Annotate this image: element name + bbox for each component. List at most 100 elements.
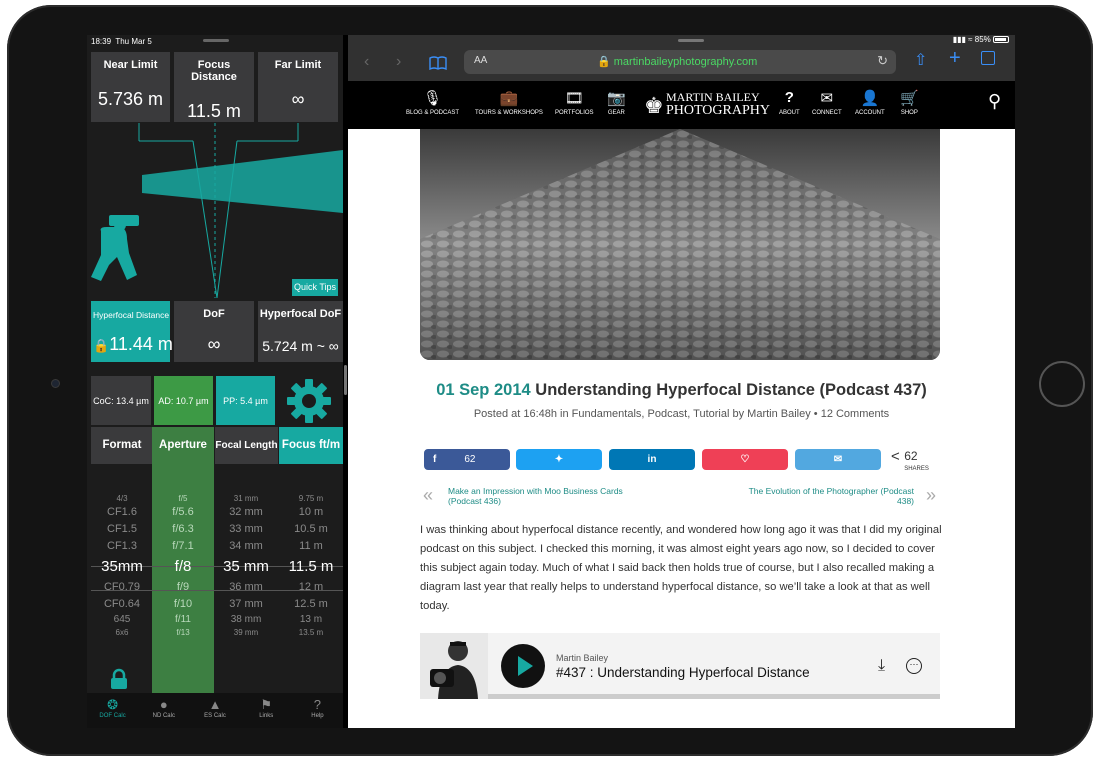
bookmarks-icon[interactable] — [429, 56, 447, 70]
shares-label: SHARES — [904, 466, 929, 472]
nav-shop[interactable]: 🛒 SHOP — [900, 89, 919, 116]
search-icon[interactable]: ⚲ — [988, 91, 1001, 112]
lock-picker-icon[interactable] — [108, 668, 130, 690]
wheel-item[interactable]: 12.5 m — [279, 596, 343, 613]
wheel-item[interactable]: f/6.3 — [152, 521, 214, 538]
nav-about[interactable]: ? ABOUT — [779, 89, 800, 116]
wheel-item[interactable]: 36 mm — [215, 579, 277, 596]
settings-gear-icon[interactable] — [286, 378, 332, 424]
nav-portfolios[interactable]: 🎞 PORTFOLIOS — [555, 89, 594, 116]
wheel-item[interactable]: 6x6 — [91, 627, 153, 638]
wheel-item[interactable]: 11 m — [279, 538, 343, 555]
hyperfocal-distance-cell[interactable]: Hyperfocal Distance 🔒11.44 m — [91, 301, 173, 362]
nav-blog-podcast[interactable]: 🎙 BLOG & PODCAST — [406, 89, 459, 116]
wheel-item[interactable]: 34 mm — [215, 538, 277, 555]
wheel-item[interactable]: CF1.6 — [91, 504, 153, 521]
prev-post-link[interactable]: Make an Impression with Moo Business Car… — [448, 486, 628, 506]
coc-button[interactable]: CoC: 13.4 µm — [91, 376, 151, 425]
wheel-item[interactable]: f/13 — [152, 627, 214, 638]
linkedin-share-button[interactable]: in — [609, 449, 695, 470]
next-post-link[interactable]: The Evolution of the Photographer (Podca… — [738, 486, 914, 506]
focus-picker-header[interactable]: Focus ft/m — [279, 427, 343, 464]
nav-account[interactable]: 👤 ACCOUNT — [855, 89, 885, 116]
aperture-wheel[interactable]: f/5 f/5.6 f/6.3 f/7.1 f/8 f/9 f/10 f/11 … — [152, 493, 214, 638]
wheel-item[interactable]: 32 mm — [215, 504, 277, 521]
format-picker-header[interactable]: Format — [91, 427, 153, 464]
quick-tips-button[interactable]: Quick Tips — [292, 279, 338, 296]
dof-cell: DoF ∞ — [174, 301, 254, 362]
focus-distance-wheel[interactable]: 9.75 m 10 m 10.5 m 11 m 11.5 m 12 m 12.5… — [279, 493, 343, 638]
wheel-item[interactable]: CF1.3 — [91, 538, 153, 555]
wheel-item[interactable]: f/11 — [152, 613, 214, 627]
share-icon[interactable]: ⇧ — [914, 50, 927, 70]
wheel-item[interactable]: CF0.64 — [91, 596, 153, 613]
back-icon[interactable]: ‹ — [364, 53, 369, 71]
forward-icon[interactable]: › — [396, 53, 401, 71]
twitter-share-button[interactable]: ✦ — [516, 449, 602, 470]
wheel-item[interactable]: 37 mm — [215, 596, 277, 613]
download-icon[interactable]: ⤓ — [878, 657, 885, 675]
email-share-button[interactable]: ✉ — [795, 449, 881, 470]
nav-tours-workshops[interactable]: 💼 TOURS & WORKSHOPS — [475, 89, 543, 116]
filter-icon: ● — [159, 697, 168, 712]
wheel-item[interactable]: 31 mm — [215, 493, 277, 504]
tab-label: ND Calc — [152, 713, 175, 719]
wheel-item[interactable]: 4/3 — [91, 493, 153, 504]
nav-gear[interactable]: 📷 GEAR — [607, 89, 626, 116]
tab-label: DOF Calc — [99, 713, 126, 719]
tab-dof-calc[interactable]: ❂ DOF Calc — [87, 693, 138, 728]
more-options-icon[interactable]: ⋯ — [906, 658, 922, 674]
focal-length-wheel[interactable]: 31 mm 32 mm 33 mm 34 mm 35 mm 36 mm 37 m… — [215, 493, 277, 638]
playback-progress-bar[interactable] — [488, 694, 940, 699]
wheel-item[interactable]: 645 — [91, 613, 153, 627]
secure-lock-icon: 🔒 — [597, 56, 611, 68]
aperture-picker-header[interactable]: Aperture — [152, 427, 214, 464]
wheel-item[interactable]: f/5.6 — [152, 504, 214, 521]
wheel-item[interactable]: 10.5 m — [279, 521, 343, 538]
wheel-item[interactable]: CF0.79 — [91, 579, 153, 596]
new-tab-icon[interactable]: + — [949, 47, 961, 70]
wheel-item[interactable]: 12 m — [279, 579, 343, 596]
pocket-share-button[interactable]: ♡ — [702, 449, 788, 470]
multitask-handle-right[interactable] — [678, 39, 704, 42]
pp-button[interactable]: PP: 5.4 µm — [216, 376, 275, 425]
next-post-icon[interactable]: » — [926, 485, 936, 506]
wheel-item[interactable]: CF1.5 — [91, 521, 153, 538]
ad-button[interactable]: AD: 10.7 µm — [154, 376, 213, 425]
wheel-item[interactable]: 9.75 m — [279, 493, 343, 504]
site-logo[interactable]: ♚ MARTIN BAILEY PHOTOGRAPHY — [644, 91, 770, 119]
wheel-item[interactable]: 10 m — [279, 504, 343, 521]
wheel-item[interactable]: f/5 — [152, 493, 214, 504]
tab-help[interactable]: ? Help — [292, 693, 343, 728]
reload-icon[interactable]: ↻ — [877, 53, 888, 69]
logo-line-2: PHOTOGRAPHY — [666, 103, 770, 118]
focal-length-picker-header[interactable]: Focal Length — [215, 427, 278, 464]
wheel-item[interactable]: f/9 — [152, 579, 214, 596]
wheel-item[interactable]: f/10 — [152, 596, 214, 613]
wheel-item-selected[interactable]: f/8 — [152, 555, 214, 579]
tabs-overview-icon[interactable] — [981, 51, 995, 65]
address-bar[interactable]: AA 🔒 martinbaileyphotography.com ↻ — [464, 50, 896, 74]
multitask-handle[interactable] — [203, 39, 229, 42]
wheel-item-selected[interactable]: 11.5 m — [279, 555, 343, 579]
tab-links[interactable]: ⚑ Links — [241, 693, 292, 728]
reader-text-size-button[interactable]: AA — [474, 55, 487, 66]
nav-connect[interactable]: ✉ CONNECT — [812, 89, 842, 116]
format-wheel[interactable]: 4/3 CF1.6 CF1.5 CF1.3 35mm CF0.79 CF0.64… — [91, 493, 153, 638]
wheel-item[interactable]: 33 mm — [215, 521, 277, 538]
wheel-item[interactable]: 13 m — [279, 613, 343, 627]
tab-nd-calc[interactable]: ● ND Calc — [138, 693, 189, 728]
home-button[interactable] — [1039, 361, 1085, 407]
nav-label: BLOG & PODCAST — [406, 110, 460, 116]
wheel-item-selected[interactable]: 35mm — [91, 555, 153, 579]
play-button[interactable] — [501, 644, 545, 688]
facebook-share-button[interactable]: f 62 — [424, 449, 510, 470]
wheel-item-selected[interactable]: 35 mm — [215, 555, 277, 579]
tab-es-calc[interactable]: ▲ ES Calc — [189, 693, 240, 728]
wheel-item[interactable]: 13.5 m — [279, 627, 343, 638]
prev-post-icon[interactable]: « — [423, 485, 433, 506]
wheel-item[interactable]: 38 mm — [215, 613, 277, 627]
wheel-item[interactable]: f/7.1 — [152, 538, 214, 555]
help-icon: ? — [313, 697, 322, 712]
wheel-item[interactable]: 39 mm — [215, 627, 277, 638]
